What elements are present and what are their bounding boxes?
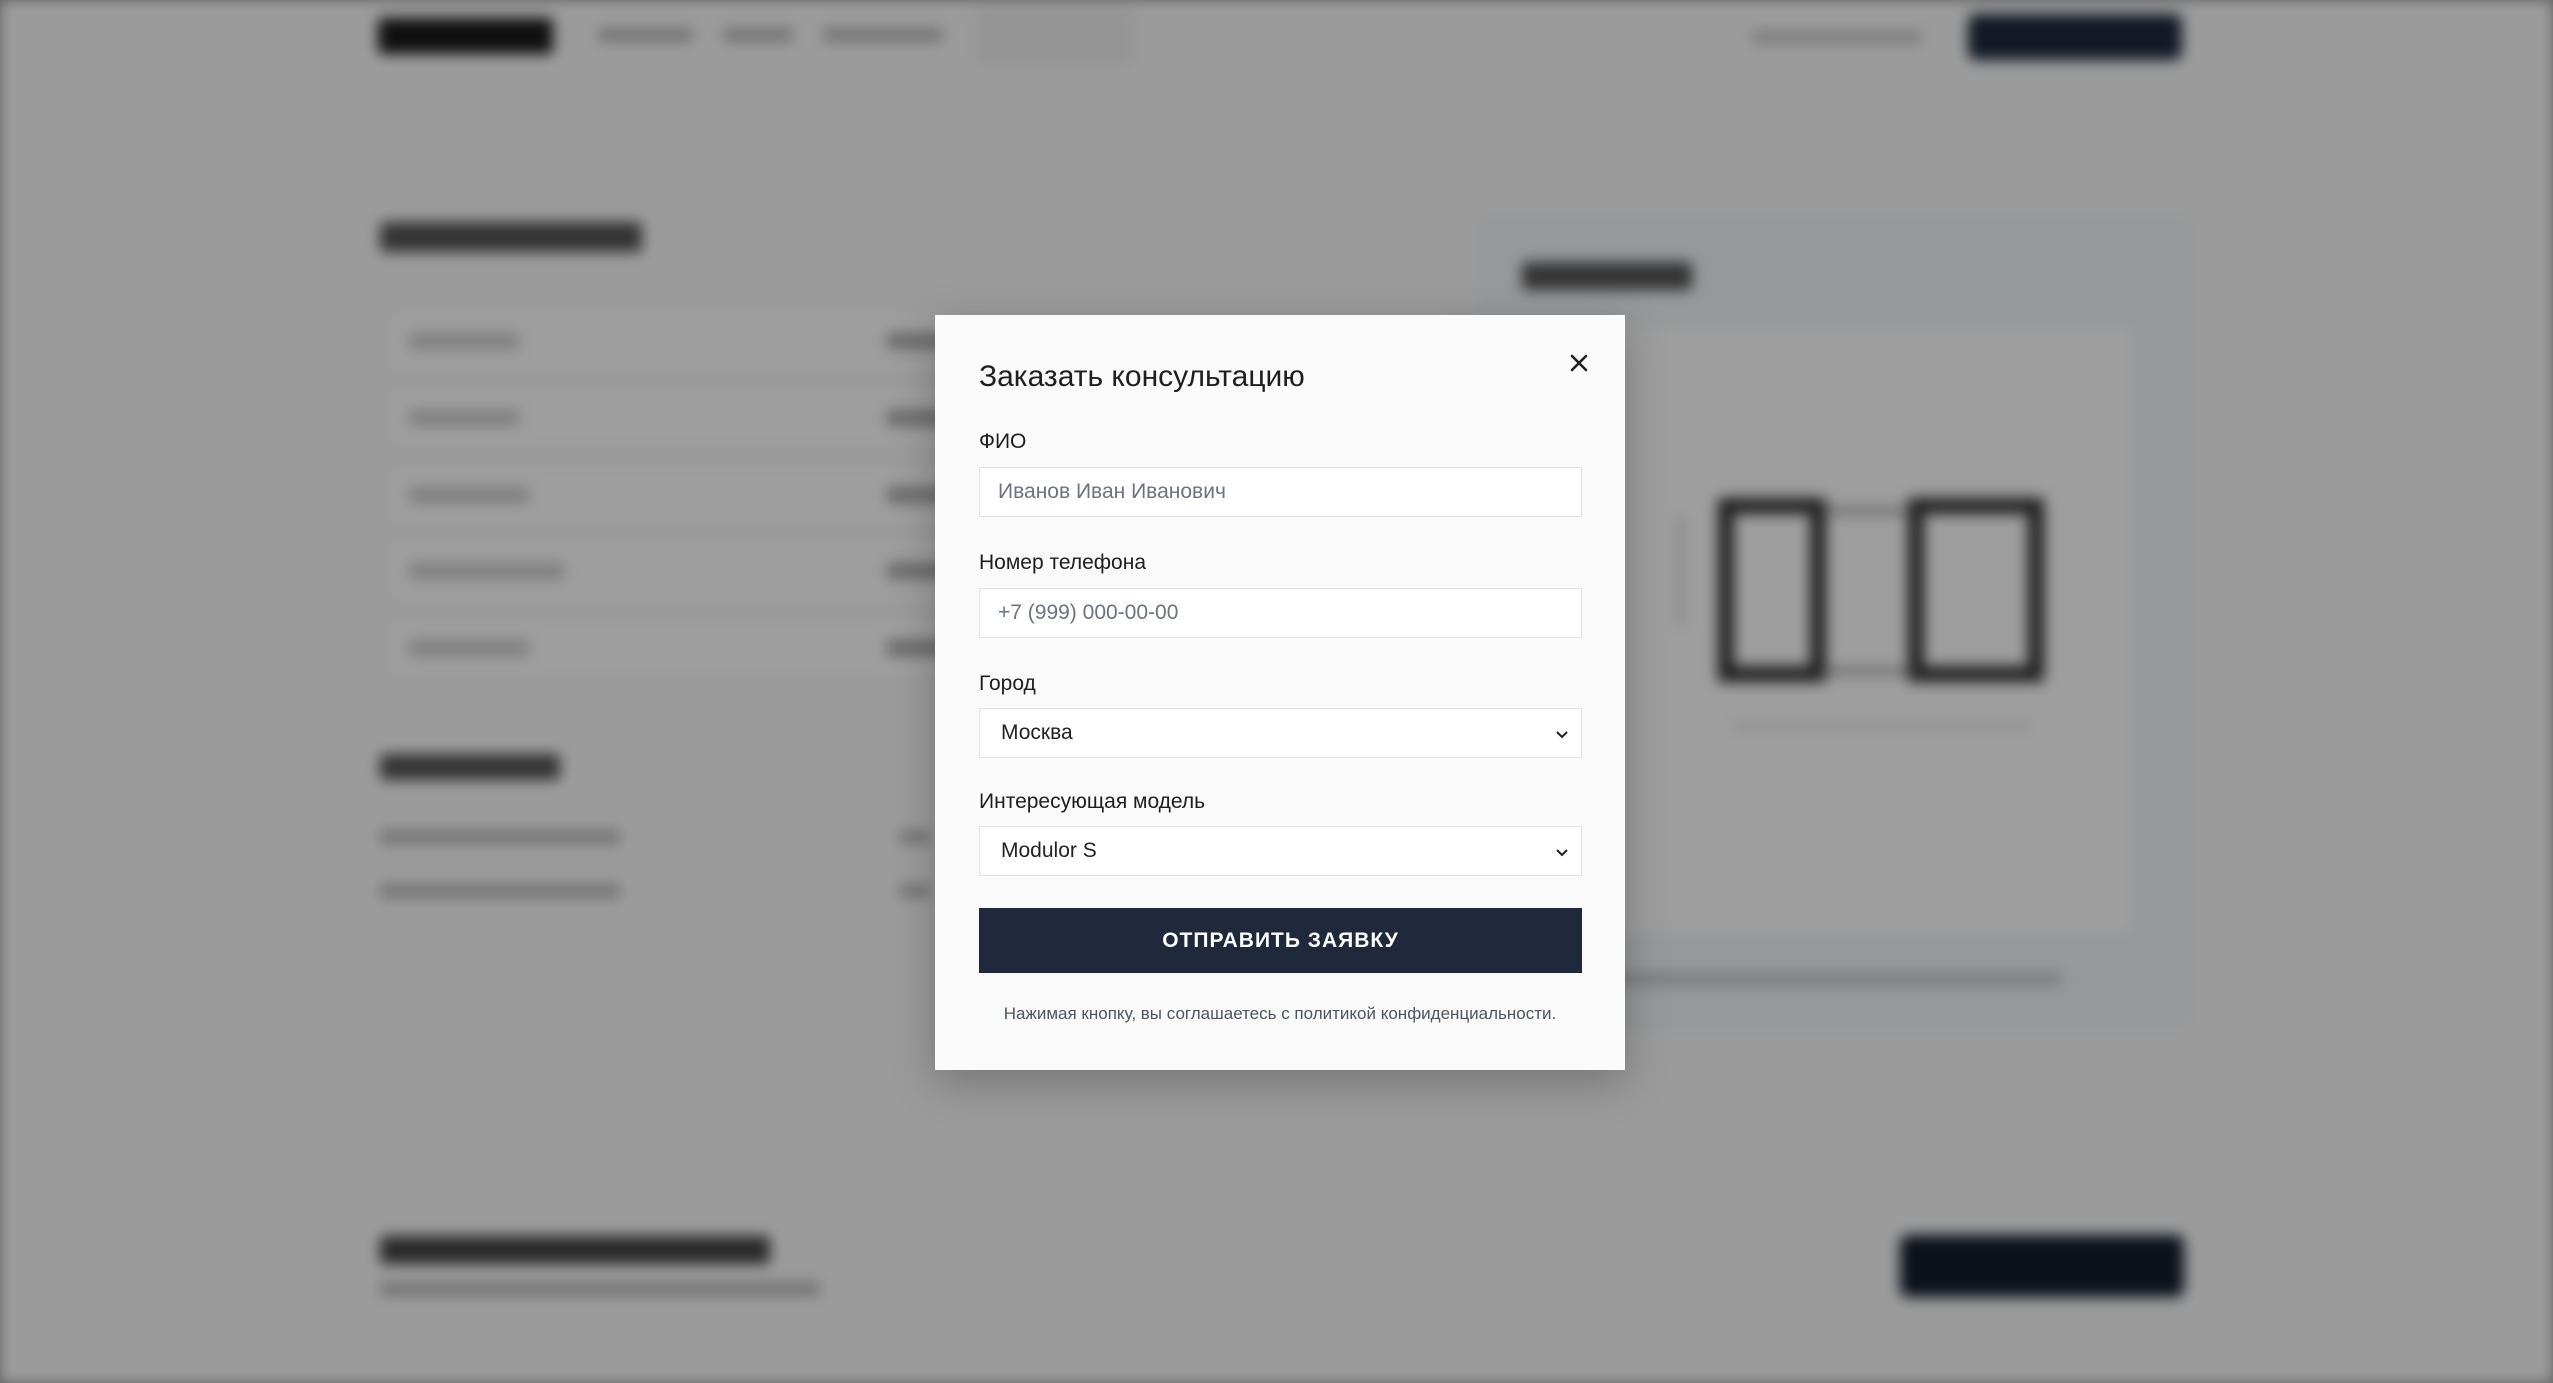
modal-title: Заказать консультацию	[979, 360, 1305, 393]
consultation-modal: Заказать консультацию ФИО Номер телефона…	[935, 315, 1625, 1070]
name-input[interactable]	[979, 467, 1582, 517]
chevron-down-icon	[1556, 849, 1568, 857]
city-label: Город	[979, 672, 1036, 695]
model-label: Интересующая модель	[979, 790, 1206, 813]
city-select-value: Москва	[1001, 721, 1073, 744]
privacy-consent-text: Нажимая кнопку, вы соглашаетесь с полити…	[1003, 1004, 1557, 1023]
phone-label: Номер телефона	[979, 551, 1147, 574]
submit-button[interactable]: ОТПРАВИТЬ ЗАЯВКУ	[979, 908, 1582, 973]
model-select-value: Modulor S	[1001, 839, 1097, 862]
model-select[interactable]: Modulor S	[979, 826, 1582, 876]
chevron-down-icon	[1556, 731, 1568, 739]
name-label: ФИО	[979, 430, 1027, 453]
phone-input[interactable]	[979, 588, 1582, 638]
close-icon[interactable]	[1563, 347, 1595, 379]
city-select[interactable]: Москва	[979, 708, 1582, 758]
